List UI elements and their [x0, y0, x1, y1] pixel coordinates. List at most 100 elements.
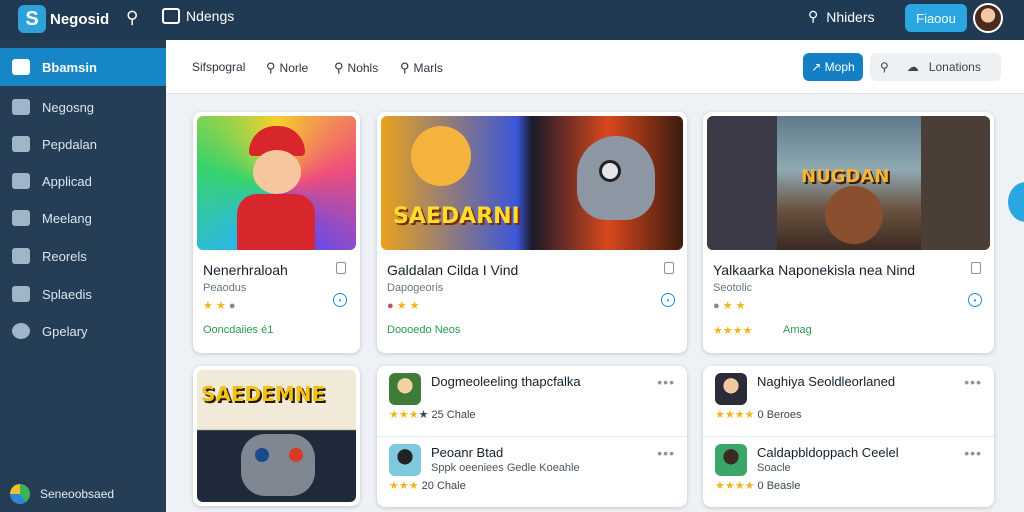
list-item-rating: ★★★★ 0 Beroes [715, 409, 802, 421]
sidebar-item-7[interactable]: Splaedis [0, 275, 166, 313]
app-poster-card[interactable]: SAEDEMNE [193, 366, 360, 506]
app-subtitle: Peaodus [203, 282, 247, 294]
filter-item-1[interactable]: Sifspogral [192, 60, 245, 74]
list-item-rating-text: 25 Chale [431, 409, 476, 421]
camera-icon [162, 8, 180, 24]
sidebar-item-label: Meelang [42, 210, 92, 226]
app-icon [389, 373, 421, 405]
sidebar-item-label: Gpelary [42, 323, 88, 339]
app-list-card: Dogmeoleeling thapcfalka ★★★★ 25 Chale •… [377, 366, 687, 507]
list-item[interactable]: Peoanr Btad Sppk oeeniees Gedle Koeahle … [377, 436, 687, 504]
app-title: Nenerhraloah [203, 262, 288, 278]
report-button-label: Moph [824, 60, 855, 74]
search-icon: ⚲ [808, 8, 819, 24]
list-item-rating: ★★★★ 25 Chale [389, 409, 476, 421]
cloud-icon[interactable]: ☁ [907, 60, 919, 74]
list-item-title: Peoanr Btad [431, 445, 504, 460]
more-icon[interactable]: ••• [657, 374, 675, 390]
info-icon[interactable]: • [661, 293, 675, 307]
filter-item-2[interactable]: ⚲ Norle [266, 60, 308, 76]
sidebar-item-label: Negosng [42, 99, 95, 115]
list-item-rating-text: 0 Beasle [757, 480, 801, 492]
app-icon [389, 444, 421, 476]
search-icon[interactable]: ⚲ [880, 60, 889, 74]
list-item[interactable]: Caldapbldoppach Ceelel Soacle ★★★★ 0 Bea… [703, 436, 994, 504]
search-icon: ⚲ [334, 60, 344, 75]
rating-stars: ★ ★ ● [203, 300, 236, 312]
top-action-button[interactable]: Fiaoou [905, 4, 967, 32]
sidebar-item-label: Pepdalan [42, 136, 97, 152]
avatar[interactable] [973, 3, 1003, 33]
edit-icon [12, 210, 30, 226]
filter-label: Marls [413, 61, 443, 75]
app-subtitle: Seotolic [713, 282, 753, 294]
list-item-title: Naghiya Seoldleorlaned [757, 374, 896, 389]
app-thumbnail [197, 116, 356, 250]
more-icon[interactable]: ••• [964, 445, 982, 461]
banner-text: SAEDEMNE [201, 382, 326, 406]
sidebar-item-5[interactable]: Meelang [0, 199, 166, 237]
filter-item-4[interactable]: ⚲ Marls [400, 60, 443, 76]
more-icon[interactable]: ••• [964, 374, 982, 390]
list-item-title: Dogmeoleeling thapcfalka [431, 374, 581, 389]
info-icon[interactable]: • [333, 293, 347, 307]
bookmark-icon[interactable] [336, 262, 346, 274]
app-logo[interactable]: S Negosid [18, 5, 109, 33]
search-icon[interactable]: ⚲ [126, 8, 138, 28]
app-card[interactable]: NUGDAN Yalkaarka Naponekisla nea Nind Se… [703, 112, 994, 353]
arrow-icon [12, 173, 30, 189]
pencil-icon: ↗ [811, 60, 825, 74]
sidebar-item-6[interactable]: Reorels [0, 237, 166, 275]
app-icon [715, 373, 747, 405]
list-item-title: Caldapbldoppach Ceelel [757, 445, 899, 460]
sidebar-item-4[interactable]: Applicad [0, 162, 166, 200]
sidebar-item-dashboard[interactable]: Bbamsin [0, 48, 166, 86]
report-button[interactable]: ↗ Moph [803, 53, 863, 81]
rating-stars: ● ★ ★ [387, 300, 420, 312]
sidebar-item-8[interactable]: Gpelary [0, 312, 166, 350]
filter-label: Sifspogral [192, 60, 246, 74]
list-item[interactable]: Naghiya Seoldleorlaned ★★★★ 0 Beroes ••• [703, 366, 994, 434]
sidebar-footer-label: Seneoobsaed [40, 487, 115, 501]
chart-icon [12, 248, 30, 264]
banner-text: NUGDAN [801, 166, 890, 187]
app-name: Negosid [50, 10, 110, 28]
list-item-subtitle: Sppk oeeniees Gedle Koeahle [431, 462, 580, 474]
bookmark-icon[interactable] [971, 262, 981, 274]
sidebar: Bbamsin Negosng Pepdalan Applicad Meelan… [0, 40, 166, 512]
floating-action-button[interactable] [1008, 182, 1024, 222]
app-subtitle: Dapogeoris [387, 282, 444, 294]
sidebar-footer[interactable]: Seneoobsaed [10, 484, 114, 504]
app-meta: Doooedo Neos [387, 324, 461, 336]
app-thumbnail: SAEDARNI [381, 116, 683, 250]
locations-control[interactable]: ⚲ ☁ Lonations [870, 53, 1001, 81]
app-title: Galdalan Cilda I Vind [387, 262, 519, 278]
info-icon[interactable]: • [968, 293, 982, 307]
top-nav-item[interactable]: Ndengs [162, 8, 234, 24]
app-card[interactable]: SAEDARNI Galdalan Cilda I Vind Dapogeori… [377, 112, 687, 353]
document-icon [12, 136, 30, 152]
grid-icon [12, 59, 30, 75]
settings-icon [12, 323, 30, 339]
sidebar-item-label: Reorels [42, 248, 87, 264]
filter-label: Nohls [347, 61, 379, 75]
list-item-rating-text: 20 Chale [421, 480, 466, 492]
app-card[interactable]: Nenerhraloah Peaodus ★ ★ ● Ooncdaiies é1… [193, 112, 360, 353]
list-item-subtitle: Soacle [757, 462, 791, 474]
more-icon[interactable]: ••• [657, 445, 675, 461]
rating-stars: ● ★ ★ [713, 300, 746, 312]
filter-item-3[interactable]: ⚲ Nohls [334, 60, 378, 76]
app-thumbnail: SAEDEMNE [197, 370, 356, 502]
bookmark-icon[interactable] [664, 262, 674, 274]
search-icon: ⚲ [400, 60, 410, 75]
cloud-icon [12, 286, 30, 302]
sidebar-item-3[interactable]: Pepdalan [0, 125, 166, 163]
top-search[interactable]: ⚲ Nhiders [808, 8, 875, 25]
sidebar-item-label: Splaedis [42, 286, 92, 302]
sidebar-item-2[interactable]: Negosng [0, 88, 166, 126]
list-item[interactable]: Dogmeoleeling thapcfalka ★★★★ 25 Chale •… [377, 366, 687, 434]
app-meta: Amag [783, 324, 812, 336]
sidebar-item-label: Bbamsin [42, 59, 97, 75]
chrome-icon [10, 484, 30, 504]
list-item-rating: ★★★ 20 Chale [389, 480, 466, 492]
